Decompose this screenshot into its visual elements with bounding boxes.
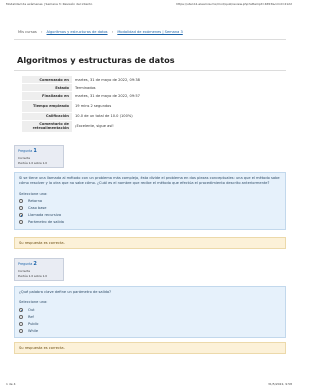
question-label: Pregunta [18,262,33,266]
question-number-value: 1 [33,148,37,154]
answer-option[interactable]: Out [19,306,281,313]
select-label: Seleccione una: [19,300,48,305]
print-header-url: https://utel.b1.elearnia.mx/mod/quiz/rev… [176,2,292,6]
summary-value: 19 mins 2 segundos [75,104,112,109]
option-label: Out [28,307,35,312]
title-divider [14,70,286,71]
question-2-info: Pregunta 2 Correcta Puntúa 1.0 sobre 1.0 [14,258,64,281]
option-label: Ref [28,314,34,319]
question-number: Pregunta 2 [18,261,60,267]
summary-row: Calificación 10.0 de un total de 10.0 (10… [22,112,268,121]
summary-key: Comentario de retroalimentación [22,120,72,133]
breadcrumb-item-mis-cursos[interactable]: Mis cursos [18,30,37,34]
question-number: Pregunta 1 [18,148,60,154]
breadcrumb-item-quiz[interactable]: Modalidad de exámenes | Semana 3 [117,30,182,34]
page-title: Algoritmos y estructuras de datos [17,55,175,65]
radio-button[interactable] [19,321,23,326]
question-1-info: Pregunta 1 Correcta Puntúa 1.0 sobre 1.0 [14,145,64,168]
summary-row: Comentario de retroalimentación ¡Excelent… [22,120,268,133]
question-score: Puntúa 1.0 sobre 1.0 [18,161,48,165]
breadcrumb-separator: › [111,30,114,34]
summary-key: Estado [22,83,72,93]
radio-button[interactable] [19,199,23,204]
answer-option[interactable]: Caso base [19,205,281,212]
question-status: Correcta [18,156,30,160]
summary-key: Calificación [22,112,72,121]
summary-row: Estado Terminados [22,83,268,93]
breadcrumb-divider [14,39,286,40]
radio-button[interactable] [19,314,23,319]
answer-option[interactable]: Parámetro de salida [19,219,281,226]
summary-value: ¡Excelente, sigue así! [75,124,114,129]
summary-value: Terminados [75,85,96,90]
option-label: Retorno [28,199,43,204]
summary-value: martes, 31 de mayo de 2022, 09:38 [75,77,140,82]
breadcrumb-item-course[interactable]: Algoritmos y estructuras de datos [47,30,108,34]
breadcrumb-separator: › [40,30,43,34]
answer-option[interactable]: Ref [19,313,281,320]
summary-value: martes, 31 de mayo de 2022, 09:57 [75,93,140,98]
print-footer: 1 de 4 31/5/2022, 9:58 [0,380,300,388]
radio-button-selected[interactable] [19,213,23,218]
question-score: Puntúa 1.0 sobre 1.0 [18,274,48,278]
summary-value: 10.0 de un total de 10.0 (100%) [75,114,133,119]
answer-option[interactable]: Llamada recursiva [19,212,281,219]
question-prompt: Si se tiene una llamada al método con un… [19,176,280,186]
question-2-feedback: Su respuesta es correcta. [14,342,286,354]
question-1-content: Si se tiene una llamada al método con un… [14,172,286,230]
question-number-value: 2 [33,261,37,267]
option-label: Caso base [28,206,47,211]
breadcrumb: Mis cursos › Algoritmos y estructuras de… [18,30,186,34]
summary-key: Comenzado en [22,76,72,85]
page-counter: 1 de 4 [6,382,16,386]
option-label: Public [28,321,39,326]
option-label: While [28,328,39,333]
question-status: Correcta [18,269,30,273]
option-label: Llamada recursiva [28,213,62,218]
select-label: Seleccione una: [19,191,48,196]
summary-key: Finalizado en [22,91,72,101]
question-2-content: ¿Qué palabra clave define un parámetro d… [14,286,286,339]
radio-button[interactable] [19,328,23,333]
summary-row: Comenzado en martes, 31 de mayo de 2022, … [22,76,268,85]
radio-button[interactable] [19,206,23,211]
answer-option[interactable]: While [19,327,281,334]
print-timestamp: 31/5/2022, 9:58 [267,382,292,386]
attempt-summary-table: Comenzado en martes, 31 de mayo de 2022, … [22,76,268,133]
summary-row: Tiempo empleado 19 mins 2 segundos [22,100,268,113]
print-header: Modalidad de exámenes | Semana 3: Revisi… [0,0,300,9]
summary-row: Finalizado en martes, 31 de mayo de 2022,… [22,91,268,101]
radio-button-selected[interactable] [19,307,23,312]
print-header-title: Modalidad de exámenes | Semana 3: Revisi… [6,2,93,6]
option-label: Parámetro de salida [28,220,64,225]
question-label: Pregunta [18,149,33,153]
summary-key: Tiempo empleado [22,100,72,113]
answer-option[interactable]: Retorno [19,198,281,205]
radio-button[interactable] [19,220,23,225]
question-prompt: ¿Qué palabra clave define un parámetro d… [19,290,112,294]
question-1-feedback: Su respuesta es correcta. [14,237,286,249]
answer-option[interactable]: Public [19,320,281,327]
